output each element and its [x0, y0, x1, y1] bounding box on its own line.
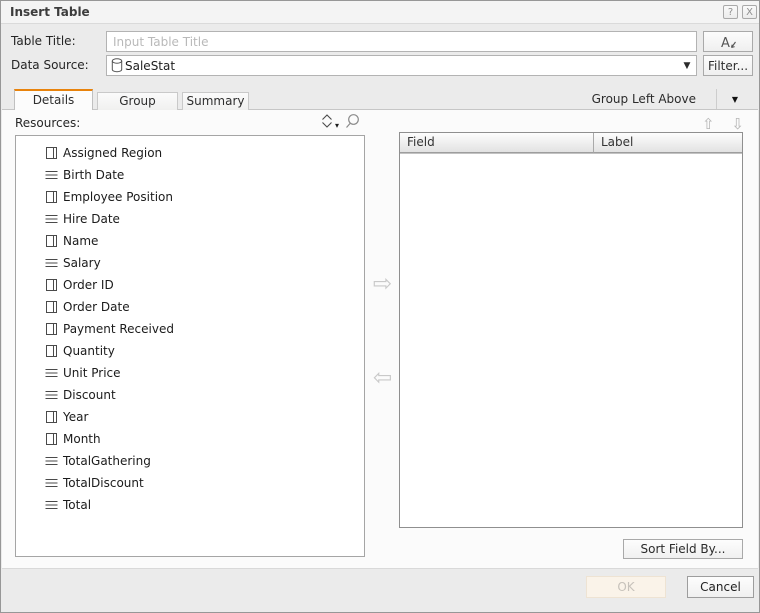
resource-item-label: TotalDiscount	[63, 476, 144, 490]
details-tab-panel: Resources: ▾	[2, 110, 758, 569]
chevron-down-icon: ▼	[732, 95, 738, 104]
resource-item[interactable]: Discount	[16, 384, 364, 406]
font-style-button[interactable]: A	[703, 31, 753, 52]
resource-item-label: Unit Price	[63, 366, 121, 380]
combo-dropdown-icon[interactable]: ▼	[678, 61, 696, 71]
field-lines-icon	[45, 476, 58, 490]
svg-text:A: A	[721, 36, 730, 50]
sort-order-icon[interactable]	[320, 113, 334, 130]
resource-item[interactable]: TotalGathering	[16, 450, 364, 472]
tab-group[interactable]: Group	[97, 92, 178, 110]
field-box-icon	[45, 410, 58, 424]
resource-item-label: Quantity	[63, 344, 115, 358]
resource-item-label: Birth Date	[63, 168, 124, 182]
field-box-icon	[45, 432, 58, 446]
resource-item-label: Year	[63, 410, 88, 424]
move-to-left-button[interactable]: ⇦	[365, 366, 400, 390]
resource-item-label: Discount	[63, 388, 116, 402]
move-down-icon[interactable]: ⇩	[731, 115, 744, 133]
fields-table-header: Field Label	[400, 133, 742, 154]
field-lines-icon	[45, 454, 58, 468]
tab-details[interactable]: Details	[14, 89, 93, 110]
resource-item-label: Payment Received	[63, 322, 174, 336]
data-source-combobox[interactable]: SaleStat ▼	[106, 55, 697, 76]
help-icon[interactable]: ?	[723, 5, 738, 19]
resource-item-label: Assigned Region	[63, 146, 162, 160]
resource-item-label: Hire Date	[63, 212, 120, 226]
tabstrip: Details Group Summary Group Left Above ▼	[2, 89, 758, 110]
resource-item[interactable]: Month	[16, 428, 364, 450]
resource-item[interactable]: Assigned Region	[16, 142, 364, 164]
resources-label: Resources:	[15, 114, 80, 132]
resource-item-label: TotalGathering	[63, 454, 151, 468]
resource-item[interactable]: Name	[16, 230, 364, 252]
field-box-icon	[45, 234, 58, 248]
field-box-icon	[45, 300, 58, 314]
group-position-label: Group Left Above	[592, 89, 696, 110]
resource-item[interactable]: Birth Date	[16, 164, 364, 186]
database-icon	[111, 58, 123, 73]
field-box-icon	[45, 190, 58, 204]
sort-field-by-button[interactable]: Sort Field By...	[623, 539, 743, 559]
resource-item[interactable]: Salary	[16, 252, 364, 274]
field-lines-icon	[45, 498, 58, 512]
resource-item-label: Employee Position	[63, 190, 173, 204]
dialog-title: Insert Table	[10, 5, 90, 19]
resource-item-label: Month	[63, 432, 101, 446]
field-lines-icon	[45, 212, 58, 226]
field-lines-icon	[45, 168, 58, 182]
field-box-icon	[45, 278, 58, 292]
resource-item[interactable]: Employee Position	[16, 186, 364, 208]
resource-item[interactable]: Total	[16, 494, 364, 516]
close-icon[interactable]: X	[742, 5, 757, 19]
filter-button[interactable]: Filter...	[703, 55, 753, 76]
move-to-right-button[interactable]: ⇨	[365, 272, 400, 296]
resources-toolbar: ▾	[320, 113, 361, 130]
resource-item[interactable]: Quantity	[16, 340, 364, 362]
column-header-label: Label	[594, 133, 742, 153]
reorder-buttons: ⇧ ⇩	[702, 115, 744, 133]
resource-item[interactable]: Unit Price	[16, 362, 364, 384]
resource-item-label: Salary	[63, 256, 101, 270]
field-box-icon	[45, 146, 58, 160]
group-position-dropdown[interactable]: ▼	[716, 89, 753, 109]
table-title-label: Table Title:	[11, 31, 76, 52]
resource-item-label: Name	[63, 234, 98, 248]
data-source-value: SaleStat	[125, 59, 678, 73]
resource-item-label: Order ID	[63, 278, 114, 292]
resource-item[interactable]: Order Date	[16, 296, 364, 318]
table-title-input[interactable]	[106, 31, 697, 52]
move-up-icon[interactable]: ⇧	[702, 115, 715, 133]
field-box-icon	[45, 344, 58, 358]
resource-item-label: Total	[63, 498, 91, 512]
field-lines-icon	[45, 256, 58, 270]
field-lines-icon	[45, 388, 58, 402]
dialog-titlebar: Insert Table ? X	[1, 1, 759, 24]
dialog-footer: OK Cancel	[2, 568, 758, 611]
resource-item[interactable]: TotalDiscount	[16, 472, 364, 494]
font-style-icon: A	[719, 34, 738, 50]
column-header-field: Field	[400, 133, 594, 153]
resource-item[interactable]: Payment Received	[16, 318, 364, 340]
resources-list: Assigned Region Birth Date	[15, 135, 365, 557]
ok-button[interactable]: OK	[586, 576, 666, 598]
field-lines-icon	[45, 366, 58, 380]
data-source-label: Data Source:	[11, 55, 89, 76]
resource-item-label: Order Date	[63, 300, 130, 314]
resource-item[interactable]: Year	[16, 406, 364, 428]
resource-item[interactable]: Hire Date	[16, 208, 364, 230]
resource-item[interactable]: Order ID	[16, 274, 364, 296]
field-box-icon	[45, 322, 58, 336]
search-icon[interactable]	[344, 113, 361, 130]
selected-fields-panel: Field Label	[399, 132, 743, 528]
cancel-button[interactable]: Cancel	[687, 576, 754, 598]
insert-table-dialog: Insert Table ? X Table Title: A Data Sou…	[0, 0, 760, 613]
sort-caret-icon[interactable]: ▾	[335, 121, 339, 130]
tab-summary[interactable]: Summary	[182, 92, 249, 110]
